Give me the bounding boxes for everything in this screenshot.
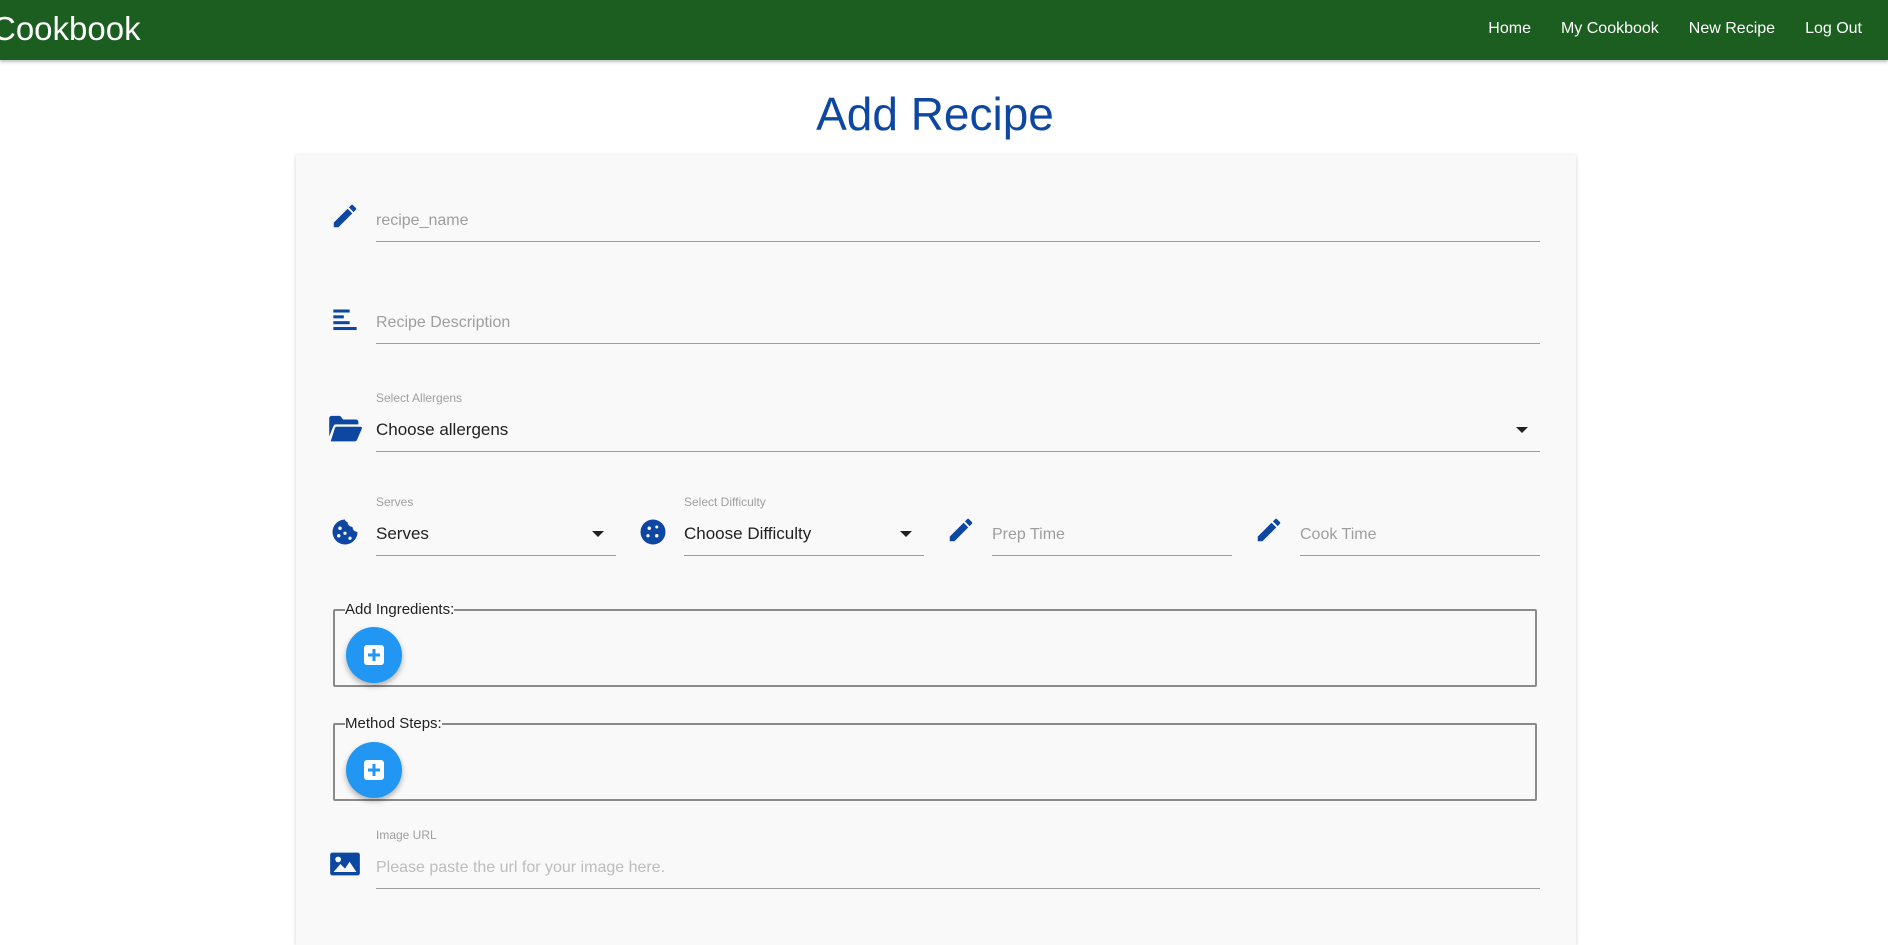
allergens-select[interactable]: Select Allergens Choose allergens	[376, 391, 1540, 452]
recipe-description-placeholder: Recipe Description	[376, 314, 511, 331]
chevron-down-icon	[1516, 427, 1528, 433]
nav-new-recipe-link[interactable]: New Recipe	[1689, 20, 1775, 38]
add-ingredient-button[interactable]	[346, 627, 402, 683]
notes-icon	[328, 303, 362, 337]
cook-time-placeholder: Cook Time	[1300, 526, 1377, 543]
allergens-label: Select Allergens	[376, 391, 463, 405]
navbar: Cookbook Home My Cookbook New Recipe Log…	[0, 0, 1888, 60]
serves-select[interactable]: Serves Serves	[376, 495, 616, 556]
prep-time-placeholder: Prep Time	[992, 526, 1065, 543]
recipe-name-placeholder: recipe_name	[376, 212, 469, 229]
plus-square-icon	[364, 760, 384, 780]
add-method-step-button[interactable]	[346, 742, 402, 798]
difficulty-selected: Choose Difficulty	[684, 524, 812, 543]
cookie-icon	[328, 515, 362, 549]
cookie-icon	[636, 515, 670, 549]
pencil-icon	[944, 513, 978, 547]
image-url-label: Image URL	[376, 828, 437, 842]
ingredients-legend: Add Ingredients:	[345, 601, 455, 618]
recipe-description-input[interactable]: Recipe Description	[376, 301, 1540, 344]
recipe-form-card: recipe_name Recipe Description Select Al…	[296, 155, 1576, 945]
pencil-icon	[328, 199, 362, 233]
image-url-input[interactable]: Image URL Please paste the url for your …	[376, 828, 1540, 889]
chevron-down-icon	[900, 531, 912, 537]
difficulty-label: Select Difficulty	[684, 495, 766, 509]
prep-time-input[interactable]: Prep Time	[992, 513, 1232, 556]
allergens-selected: Choose allergens	[376, 420, 509, 439]
serves-selected: Serves	[376, 524, 429, 543]
serves-label: Serves	[376, 495, 414, 509]
nav-links: Home My Cookbook New Recipe Log Out	[1458, 0, 1862, 57]
image-url-placeholder: Please paste the url for your image here…	[376, 859, 666, 876]
pencil-icon	[1252, 513, 1286, 547]
method-steps-group: Method Steps:	[333, 716, 1537, 801]
plus-square-icon	[364, 645, 384, 665]
chevron-down-icon	[592, 531, 604, 537]
nav-logout-link[interactable]: Log Out	[1805, 20, 1862, 38]
cook-time-input[interactable]: Cook Time	[1300, 513, 1540, 556]
image-icon	[328, 847, 362, 881]
page-title: Add Recipe	[816, 88, 1054, 140]
brand-logo[interactable]: Cookbook	[0, 9, 141, 49]
ingredients-group: Add Ingredients:	[333, 602, 1537, 687]
method-steps-legend: Method Steps:	[345, 715, 442, 732]
recipe-name-input[interactable]: recipe_name	[376, 199, 1540, 242]
nav-my-cookbook-link[interactable]: My Cookbook	[1561, 20, 1659, 38]
folder-open-icon	[328, 411, 362, 445]
difficulty-select[interactable]: Select Difficulty Choose Difficulty	[684, 495, 924, 556]
nav-home-link[interactable]: Home	[1488, 20, 1531, 38]
